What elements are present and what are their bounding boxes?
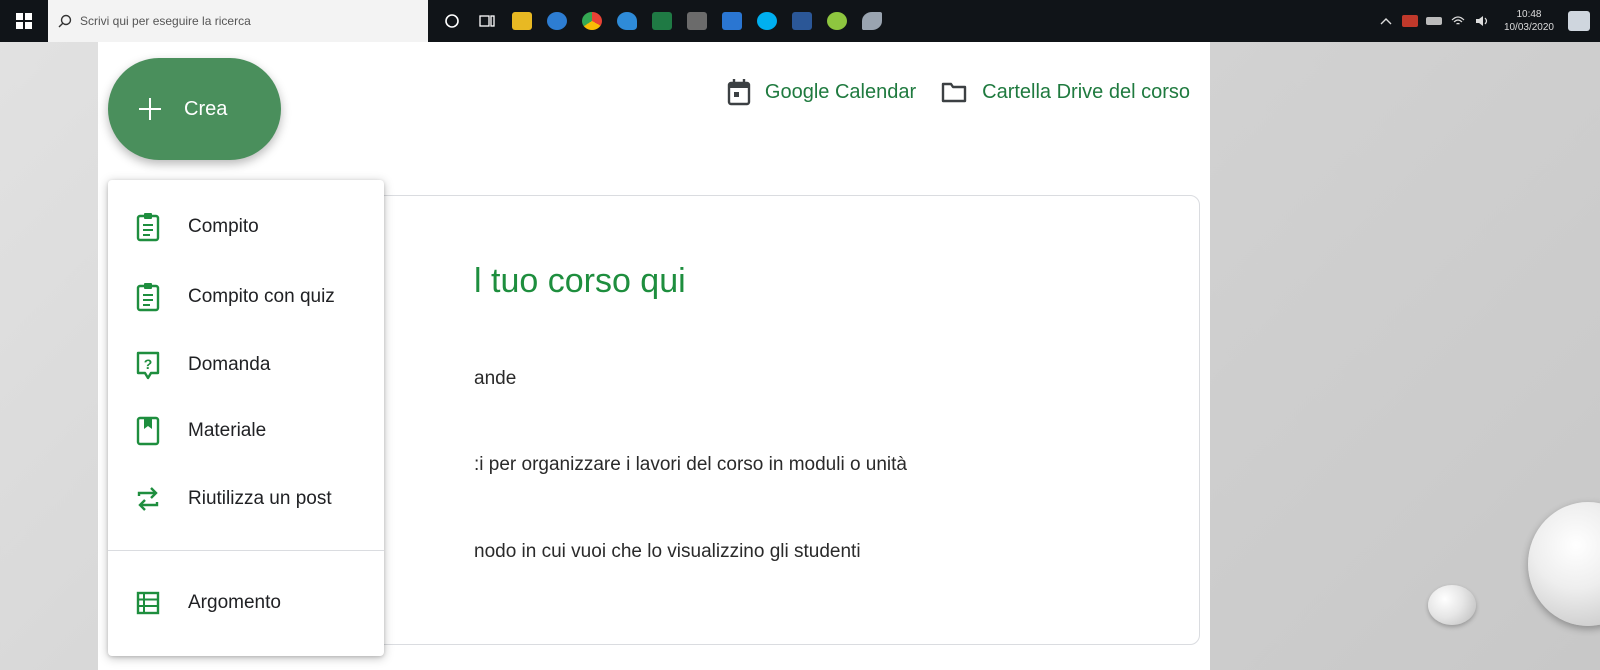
menu-item-label: Materiale xyxy=(188,420,267,441)
chrome-apps-icon xyxy=(826,12,847,30)
app-icon xyxy=(721,12,742,30)
taskbar-app-calculator[interactable] xyxy=(679,0,714,42)
menu-item-materiale[interactable]: Materiale xyxy=(108,402,384,460)
windows-logo-icon xyxy=(16,13,32,29)
paint-icon xyxy=(861,12,882,30)
taskbar-search[interactable] xyxy=(48,0,428,42)
chrome-icon xyxy=(581,12,602,30)
taskbar-app-word[interactable] xyxy=(784,0,819,42)
menu-item-compito-con-quiz[interactable]: Compito con quiz xyxy=(108,268,384,326)
photos-icon xyxy=(546,12,567,30)
quiz-assignment-icon xyxy=(130,279,166,315)
folder-icon xyxy=(941,82,967,103)
clock-date: 10/03/2020 xyxy=(1503,22,1554,33)
taskbar-app-skype[interactable] xyxy=(749,0,784,42)
taskbar-app-file-explorer[interactable] xyxy=(504,0,539,42)
cortana-icon xyxy=(444,14,459,28)
calculator-icon xyxy=(686,12,707,30)
create-button[interactable]: Crea xyxy=(108,58,281,160)
create-menu: Compito Compito con quiz ? Domanda Mater… xyxy=(108,180,384,656)
taskbar-app-task-view[interactable] xyxy=(469,0,504,42)
svg-text:?: ? xyxy=(144,356,153,372)
chevron-up-icon[interactable] xyxy=(1378,15,1394,27)
tray-clock[interactable]: 10:48 10/03/2020 xyxy=(1504,8,1554,34)
clock-time: 10:48 xyxy=(1516,9,1542,20)
course-links: Google Calendar Cartella Drive del corso xyxy=(727,78,1190,106)
create-button-label: Crea xyxy=(184,97,228,120)
taskbar-app-photos[interactable] xyxy=(539,0,574,42)
drive-folder-label: Cartella Drive del corso xyxy=(982,80,1190,103)
drive-folder-link[interactable]: Cartella Drive del corso xyxy=(940,80,1190,104)
google-calendar-link[interactable]: Google Calendar xyxy=(727,78,916,106)
app-tray-icon[interactable] xyxy=(1401,15,1418,27)
wifi-icon[interactable] xyxy=(1450,15,1466,27)
google-calendar-label: Google Calendar xyxy=(764,80,917,103)
start-button[interactable] xyxy=(0,0,48,42)
course-info-card: l tuo corso qui ande :i per organizzare … xyxy=(298,195,1200,645)
search-input[interactable] xyxy=(80,14,400,28)
taskbar-app-chrome[interactable] xyxy=(574,0,609,42)
file-explorer-icon xyxy=(511,12,532,30)
taskbar-app-excel[interactable] xyxy=(644,0,679,42)
card-title: l tuo corso qui xyxy=(474,262,686,300)
topic-icon xyxy=(130,585,166,621)
menu-item-label: Compito con quiz xyxy=(188,286,335,307)
edge-icon xyxy=(616,12,637,30)
taskbar-app-chrome-apps[interactable] xyxy=(819,0,854,42)
taskbar-app-paint[interactable] xyxy=(854,0,889,42)
system-tray: 10:48 10/03/2020 xyxy=(1378,0,1600,42)
material-icon xyxy=(130,413,166,449)
notifications-icon[interactable] xyxy=(1568,11,1590,31)
taskbar-app-generic[interactable] xyxy=(714,0,749,42)
assignment-icon xyxy=(130,209,166,245)
menu-item-riutilizza[interactable]: Riutilizza un post xyxy=(108,470,384,528)
menu-divider xyxy=(108,550,384,551)
menu-item-compito[interactable]: Compito xyxy=(108,198,384,256)
card-line-1: ande xyxy=(474,368,517,389)
taskbar-app-edge[interactable] xyxy=(609,0,644,42)
battery-icon[interactable] xyxy=(1425,17,1442,25)
taskbar-apps xyxy=(434,0,889,42)
menu-item-argomento[interactable]: Argomento xyxy=(108,574,384,632)
taskbar-app-cortana[interactable] xyxy=(434,0,469,42)
card-line-3: nodo in cui vuoi che lo visualizzino gli… xyxy=(474,541,861,562)
menu-item-label: Domanda xyxy=(188,354,271,375)
word-icon xyxy=(791,12,812,30)
menu-item-label: Compito xyxy=(188,216,259,237)
plus-icon xyxy=(139,98,161,120)
question-icon: ? xyxy=(130,347,166,383)
search-icon xyxy=(58,14,72,28)
menu-item-domanda[interactable]: ? Domanda xyxy=(108,336,384,394)
card-line-2: :i per organizzare i lavori del corso in… xyxy=(474,454,907,475)
windows-taskbar: 10:48 10/03/2020 xyxy=(0,0,1600,42)
decorative-bubble-large xyxy=(1528,502,1600,626)
volume-icon[interactable] xyxy=(1474,15,1490,27)
task-view-icon xyxy=(478,15,495,27)
menu-item-label: Riutilizza un post xyxy=(188,488,332,509)
decorative-bubble-small xyxy=(1428,585,1476,625)
skype-icon xyxy=(756,12,777,30)
calendar-icon xyxy=(727,79,751,106)
classroom-page: Crea Google Calendar Cartella Drive del … xyxy=(98,42,1210,670)
excel-icon xyxy=(651,12,672,30)
reuse-post-icon xyxy=(130,481,166,517)
menu-item-label: Argomento xyxy=(188,592,281,613)
